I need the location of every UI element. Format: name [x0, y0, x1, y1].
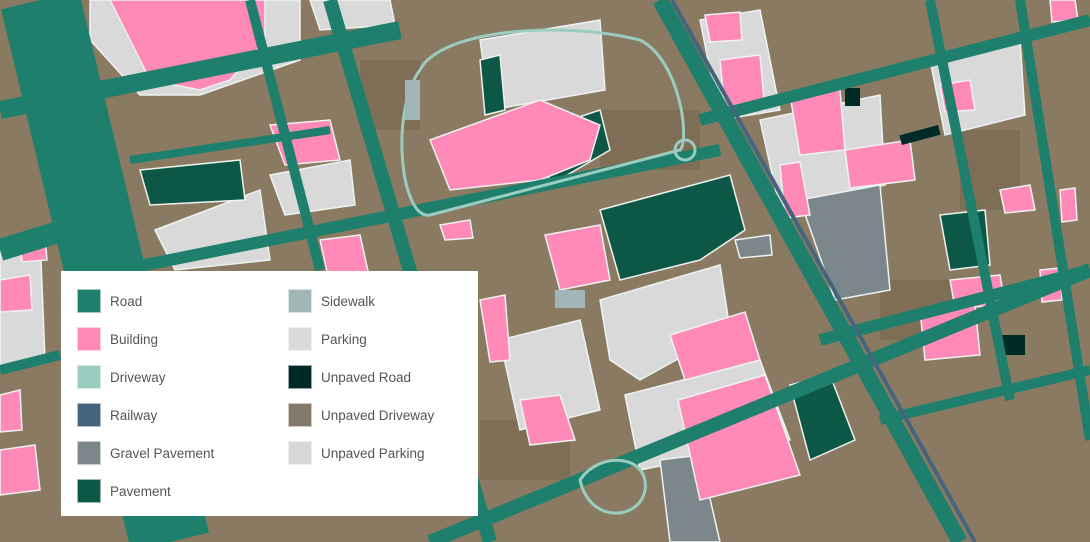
legend-label: Gravel Pavement: [110, 445, 215, 461]
legend-item-driveway: Driveway: [77, 364, 166, 390]
swatch-sidewalk: [288, 289, 312, 313]
legend-label: Parking: [321, 331, 367, 347]
swatch-pavement: [77, 479, 101, 503]
legend-item-unpaved-parking: Unpaved Parking: [288, 440, 425, 466]
swatch-unpaved-road: [288, 365, 312, 389]
swatch-unpaved-parking: [288, 441, 312, 465]
swatch-railway: [77, 403, 101, 427]
legend-label: Railway: [110, 407, 158, 423]
swatch-building: [77, 327, 101, 351]
legend-label: Road: [110, 293, 143, 309]
swatch-driveway: [77, 365, 101, 389]
legend: Road Building Driveway Railway Gravel Pa…: [61, 271, 478, 516]
legend-item-pavement: Pavement: [77, 478, 171, 504]
legend-item-unpaved-driveway: Unpaved Driveway: [288, 402, 434, 428]
legend-label: Unpaved Parking: [321, 445, 425, 461]
legend-item-unpaved-road: Unpaved Road: [288, 364, 411, 390]
legend-item-road: Road: [77, 288, 142, 314]
swatch-unpaved-driveway: [288, 403, 312, 427]
legend-label: Pavement: [110, 483, 171, 499]
legend-label: Sidewalk: [321, 293, 376, 309]
legend-item-gravel-pavement: Gravel Pavement: [77, 440, 214, 466]
legend-item-railway: Railway: [77, 402, 157, 428]
legend-item-sidewalk: Sidewalk: [288, 288, 375, 314]
legend-item-parking: Parking: [288, 326, 367, 352]
legend-label: Unpaved Driveway: [321, 407, 435, 423]
legend-label: Driveway: [110, 369, 166, 385]
swatch-road: [77, 289, 101, 313]
legend-label: Unpaved Road: [321, 369, 412, 385]
swatch-gravel-pavement: [77, 441, 101, 465]
legend-label: Building: [110, 331, 159, 347]
swatch-parking: [288, 327, 312, 351]
legend-item-building: Building: [77, 326, 158, 352]
